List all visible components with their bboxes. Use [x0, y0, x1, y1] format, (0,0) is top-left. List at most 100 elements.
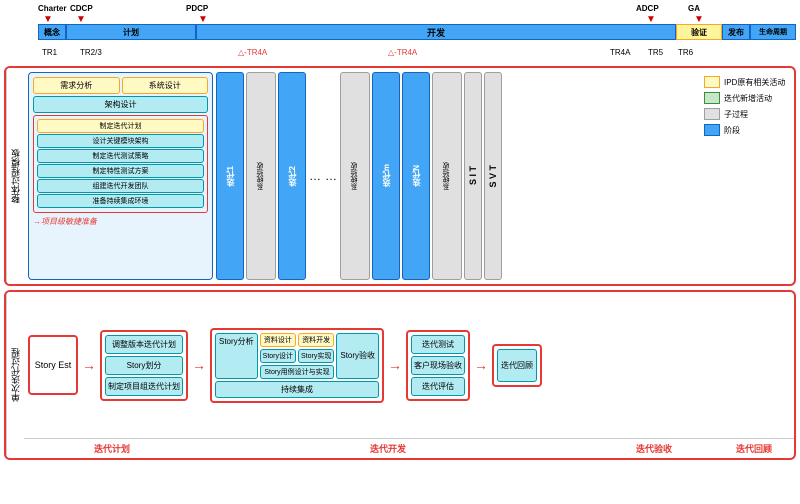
dev-row1: Story分析 资料设计 资料开发 Story设计 Story实现 [215, 333, 379, 379]
lower-phase-review: 迭代回顾 [714, 439, 794, 458]
story-design-box: Story设计 [260, 349, 296, 363]
lower-dev-label: 迭代开发 [370, 442, 406, 455]
tr6-label: TR6 [678, 48, 693, 57]
plan-bar: 计划 [66, 24, 196, 40]
dots1: … [308, 72, 322, 280]
cdcp-label: CDCP [70, 4, 93, 13]
sit-bar: S I T [464, 72, 482, 280]
lower-phase-test: 迭代验收 [594, 439, 714, 458]
dev-row1a: 资料设计 资料开发 [260, 333, 335, 347]
lower-content: Story Est → 调整版本迭代计划 Story划分 制定项目组迭代计划 →… [24, 292, 794, 458]
upper-section: 整体过程模板 需求分析 系统设计 架构设计 制定迭代计划 设计关键模块架构 制定… [4, 66, 796, 286]
iterations-area: 迭代1 系统验收 迭代2 … … 系统验收 迭代m [216, 72, 697, 280]
lower-phase-dev: 迭代开发 [182, 439, 594, 458]
itern-label: 迭代N [411, 165, 422, 187]
story-est-label: Story Est [35, 360, 72, 370]
set-iter-plan-box: 制定项目组迭代计划 [105, 377, 183, 396]
iter-test-box-lower: 迭代测试 [411, 335, 465, 354]
dots2: … [324, 72, 338, 280]
arch-design-box: 架构设计 [33, 96, 208, 113]
iter-dev-group: Story分析 资料设计 资料开发 Story设计 Story实现 [210, 328, 384, 403]
iterm-label: 迭代m [381, 164, 392, 187]
lower-section: 单次迭代过程 Story Est → 调整版本迭代计划 Story划分 制定项目… [4, 290, 796, 460]
dev-bar: 开发 [196, 24, 676, 40]
dev-row1b: Story设计 Story实现 [260, 349, 335, 363]
material-dev-box: 资料开发 [298, 333, 334, 347]
charter-label: Charter [38, 4, 66, 13]
legend-ipd: IPD原有相关活动 [704, 76, 786, 88]
iter-eval-box: 迭代评估 [411, 377, 465, 396]
lower-left-label: 单次迭代过程 [6, 292, 24, 458]
customer-accept-box: 客户现场验收 [411, 356, 465, 375]
story-divide-box: Story划分 [105, 356, 183, 375]
dev-sub-col: 资料设计 资料开发 Story设计 Story实现 Story用例设计与实现 [260, 333, 335, 379]
iter-plan-group: 调整版本迭代计划 Story划分 制定项目组迭代计划 [100, 330, 188, 401]
iter-review-group: 迭代回顾 [492, 344, 542, 387]
legend-new: 迭代新增活动 [704, 92, 786, 104]
legend-new-color [704, 92, 720, 104]
inner-process-panel: 制定迭代计划 设计关键模块架构 制定迭代测试策略 制定特性测试方案 组建迭代开发… [33, 115, 208, 213]
dev-team-box: 组建迭代开发团队 [37, 179, 204, 193]
usecase-impl-box: Story用例设计与实现 [260, 365, 335, 379]
upper-content: 需求分析 系统设计 架构设计 制定迭代计划 设计关键模块架构 制定迭代测试策略 … [24, 68, 794, 284]
arrow2: → [192, 357, 206, 373]
adjust-plan-box: 调整版本迭代计划 [105, 335, 183, 354]
iter-review-box: 迭代回顾 [497, 349, 537, 382]
adcp-label: ADCP [636, 4, 659, 13]
legend-phase-color [704, 124, 720, 136]
legend-phase-label: 阶段 [724, 125, 740, 136]
iter2-bar: 迭代2 [278, 72, 306, 280]
arrow4: → [474, 357, 488, 373]
arrow1: → [82, 357, 96, 373]
phase-bars-row: 概念 计划 开发 验证 发布 生命周期 [38, 24, 796, 40]
upper-left-label: 整体过程模板 [6, 68, 24, 284]
tr4-label: TR4A [610, 48, 630, 57]
legend-phase: 阶段 [704, 124, 786, 136]
iter1-bar: 迭代1 [216, 72, 244, 280]
ci-box: 持续集成 [215, 381, 379, 398]
tr5-label: TR5 [648, 48, 663, 57]
legend-ipd-label: IPD原有相关活动 [724, 77, 785, 88]
main-container: Charter CDCP PDCP ADCP GA ▼ ▼ ▼ ▼ ▼ 概念 计… [0, 0, 800, 504]
legend-sub-color [704, 108, 720, 120]
dev-row1c: Story用例设计与实现 [260, 365, 335, 379]
top-timeline: Charter CDCP PDCP ADCP GA ▼ ▼ ▼ ▼ ▼ 概念 计… [38, 4, 796, 48]
lower-test-label: 迭代验收 [636, 442, 672, 455]
iterm-bar: 迭代m [372, 72, 400, 280]
sys-accept2-box: 系统验收 [340, 72, 370, 280]
project-ready-label: →项目级敏捷准备 [33, 216, 208, 227]
svt-label: S V T [488, 165, 498, 188]
tr-milestone-row: TR1 TR2/3 △-TR4A △-TR4A TR4A TR5 TR6 [38, 48, 796, 64]
legend-sub-label: 子过程 [724, 109, 748, 120]
tr4a1-label: △-TR4A [238, 48, 267, 57]
story-impl-box: Story实现 [298, 349, 334, 363]
ci-env-box: 准备持续集成环境 [37, 194, 204, 208]
svt-bar: S V T [484, 72, 502, 280]
analysis-box: 需求分析 [33, 77, 120, 94]
sit-label: S I T [468, 166, 478, 185]
legend-panel: IPD原有相关活动 迭代新增活动 子过程 阶段 [700, 72, 790, 280]
iter-test-group: 迭代测试 客户现场验收 迭代评估 [406, 330, 470, 401]
legend-sub: 子过程 [704, 108, 786, 120]
lower-diagram: Story Est → 调整版本迭代计划 Story划分 制定项目组迭代计划 →… [24, 292, 794, 438]
key-module-box: 设计关键模块架构 [37, 134, 204, 148]
concept-bar: 概念 [38, 24, 66, 40]
story-analysis-box: Story分析 [215, 333, 258, 379]
arrow3: → [388, 357, 402, 373]
story-verify-box: Story验收 [336, 333, 379, 379]
ga-label: GA [688, 4, 700, 13]
lower-phase-labels-row: 迭代计划 迭代开发 迭代验收 迭代回顾 [24, 438, 794, 458]
sys-design-box: 系统设计 [122, 77, 209, 94]
iter-test-box: 制定迭代测试策略 [37, 149, 204, 163]
tr1-label: TR1 [42, 48, 57, 57]
sys-accept3-box: 系统验收 [432, 72, 462, 280]
sys-accept1-box: 系统验收 [246, 72, 276, 280]
itern-bar: 迭代N [402, 72, 430, 280]
lower-plan-label: 迭代计划 [94, 442, 130, 455]
iter1-label: 迭代1 [225, 166, 236, 186]
iter-plan-label: 制定迭代计划 [37, 119, 204, 133]
feature-test-box: 制定特性测试方案 [37, 164, 204, 178]
legend-ipd-color [704, 76, 720, 88]
legend-new-label: 迭代新增活动 [724, 93, 772, 104]
pdcp-label: PDCP [186, 4, 208, 13]
